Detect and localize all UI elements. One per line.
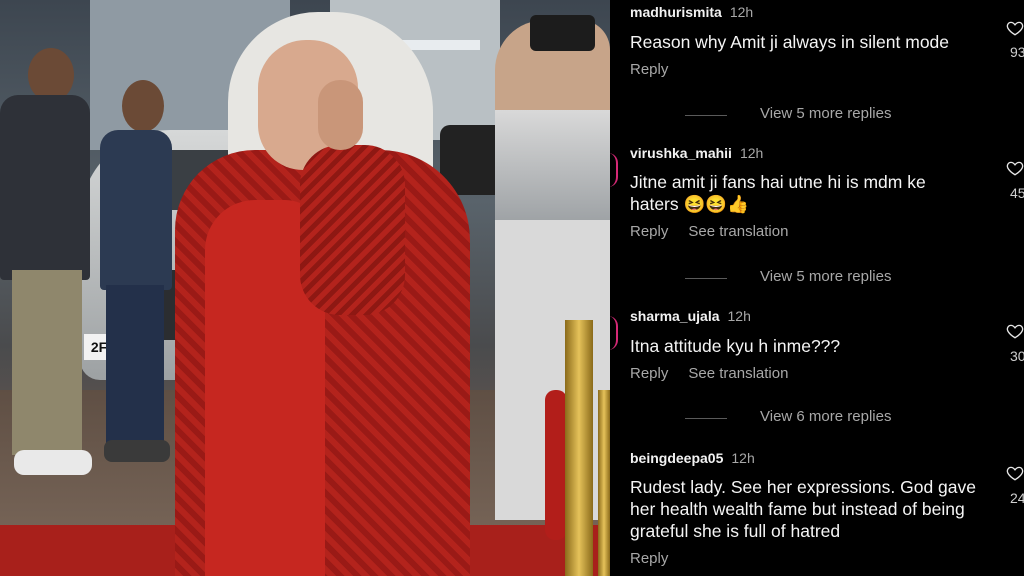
reply-button[interactable]: Reply bbox=[630, 550, 668, 567]
brass-stanchion bbox=[565, 320, 593, 576]
comment-username[interactable]: virushka_mahii bbox=[630, 145, 732, 161]
view-more-replies-label[interactable]: View 5 more replies bbox=[760, 105, 891, 122]
view-more-replies-label[interactable]: View 5 more replies bbox=[760, 268, 891, 285]
comment-time: 12h bbox=[727, 308, 751, 324]
comments-panel[interactable]: madhurismita 12h Reason why Amit ji alway… bbox=[610, 0, 1024, 576]
camera-icon bbox=[530, 15, 595, 51]
comment-text: Rudest lady. See her expressions. God ga… bbox=[630, 477, 976, 541]
comment-item: sharma_ujala 12h Itna attitude kyu h inme… bbox=[616, 308, 1024, 428]
comment-header: beingdeepa05 12h bbox=[630, 450, 755, 466]
view-more-replies[interactable]: View 6 more replies bbox=[685, 408, 985, 428]
heart-outline-icon[interactable] bbox=[1006, 322, 1024, 340]
comment-header: madhurismita 12h bbox=[630, 4, 753, 20]
woman-arm bbox=[300, 145, 405, 315]
comment-actions: Reply bbox=[630, 61, 668, 78]
comment-username[interactable]: madhurismita bbox=[630, 4, 722, 20]
woman-hand bbox=[318, 80, 363, 150]
comment-time: 12h bbox=[731, 450, 755, 466]
comment-username[interactable]: beingdeepa05 bbox=[630, 450, 723, 466]
like-count: 93 bbox=[1010, 44, 1024, 60]
comment-actions: Reply See translation bbox=[630, 365, 788, 382]
divider-line bbox=[685, 278, 727, 279]
divider-line bbox=[685, 418, 727, 419]
comment-header: virushka_mahii 12h bbox=[630, 145, 763, 161]
velvet-rope bbox=[545, 390, 567, 540]
story-ring bbox=[610, 153, 618, 187]
event-photo: 2F bbox=[0, 0, 610, 576]
comment-text: Jitne amit ji fans hai utne hi is mdm ke… bbox=[630, 172, 926, 214]
view-more-replies-label[interactable]: View 6 more replies bbox=[760, 408, 891, 425]
heart-outline-icon[interactable] bbox=[1006, 464, 1024, 482]
see-translation-button[interactable]: See translation bbox=[688, 365, 788, 382]
reply-button[interactable]: Reply bbox=[630, 61, 668, 78]
comment-item: virushka_mahii 12h Jitne amit ji fans hai… bbox=[616, 145, 1024, 288]
comment-actions: Reply See translation bbox=[630, 223, 788, 240]
like-count: 45 bbox=[1010, 185, 1024, 201]
divider-line bbox=[685, 115, 727, 116]
like-count: 24 bbox=[1010, 490, 1024, 506]
like-count: 30 bbox=[1010, 348, 1024, 364]
comment-text: Reason why Amit ji always in silent mode bbox=[630, 32, 950, 52]
heart-outline-icon[interactable] bbox=[1006, 19, 1024, 37]
brass-stanchion bbox=[598, 390, 610, 576]
see-translation-button[interactable]: See translation bbox=[688, 223, 788, 240]
reply-button[interactable]: Reply bbox=[630, 223, 668, 240]
comment-username[interactable]: sharma_ujala bbox=[630, 308, 720, 324]
comment-item: madhurismita 12h Reason why Amit ji alway… bbox=[630, 4, 1024, 124]
comment-item: beingdeepa05 12h Rudest lady. See her exp… bbox=[630, 450, 1024, 576]
view-more-replies[interactable]: View 5 more replies bbox=[685, 268, 985, 288]
comment-time: 12h bbox=[739, 145, 764, 161]
comment-header: sharma_ujala 12h bbox=[630, 308, 751, 324]
comment-time: 12h bbox=[729, 4, 754, 20]
reply-button[interactable]: Reply bbox=[630, 365, 668, 382]
heart-outline-icon[interactable] bbox=[1006, 159, 1024, 177]
story-ring bbox=[610, 316, 618, 350]
comment-text: Itna attitude kyu h inme??? bbox=[630, 336, 841, 356]
view-more-replies[interactable]: View 5 more replies bbox=[685, 105, 985, 125]
comment-actions: Reply bbox=[630, 550, 668, 567]
